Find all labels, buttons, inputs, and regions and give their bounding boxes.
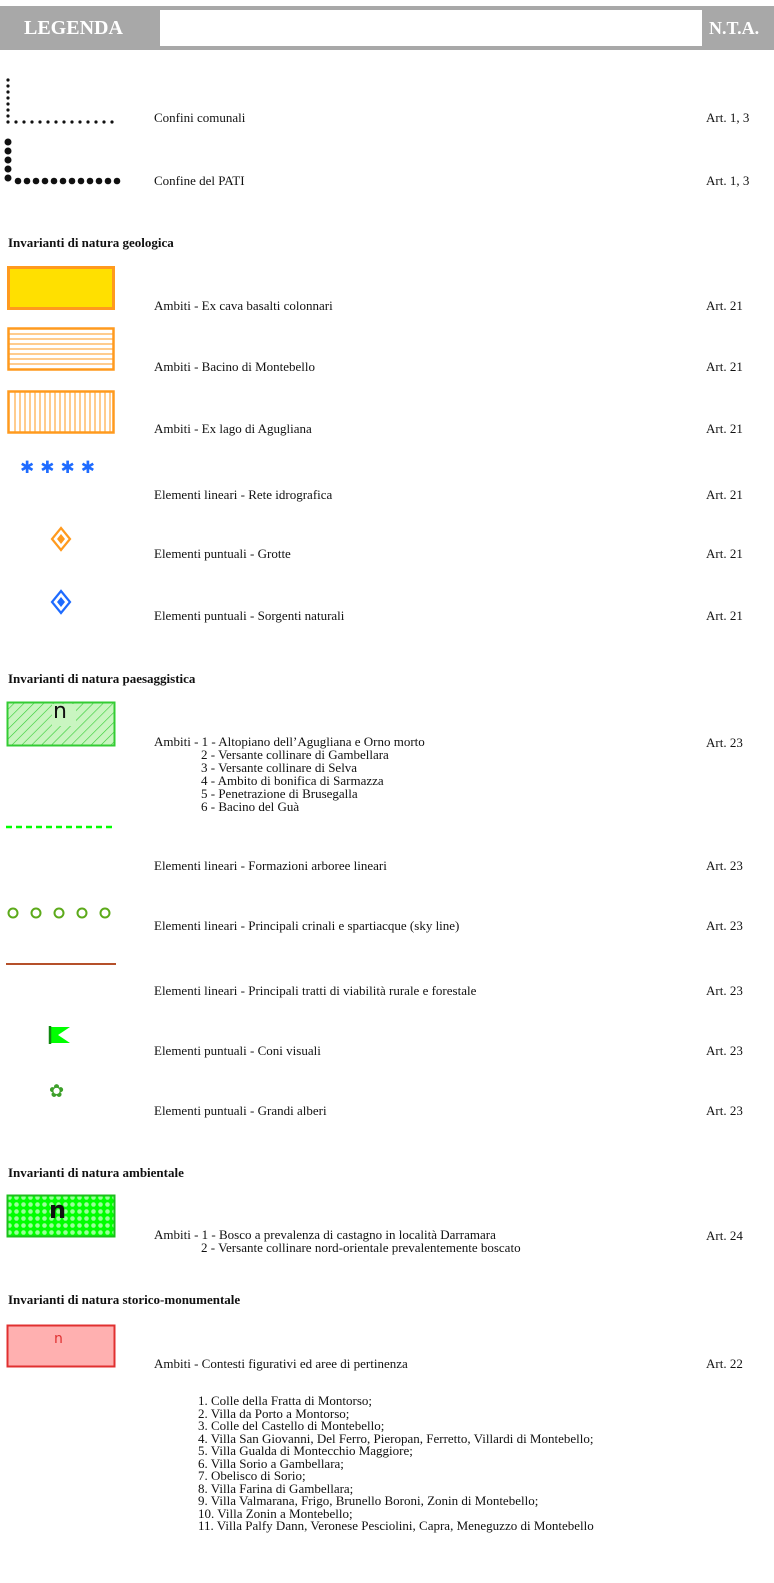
legend-art: Art. 21 — [706, 487, 743, 502]
legend-art: Art. 23 — [706, 858, 743, 873]
list-item: 11. Villa Palfy Dann, Veronese Pesciolin… — [198, 1518, 594, 1533]
legend-header-blank — [160, 10, 702, 46]
villa-list: 1. Colle della Fratta di Montorso; 2. Vi… — [198, 1394, 594, 1533]
legend-label: Elementi puntuali - Grotte — [154, 546, 291, 561]
legend-label: Elementi puntuali - Sorgenti naturali — [154, 608, 345, 623]
section-title-storico: Invarianti di natura storico-monumentale — [8, 1292, 241, 1307]
legend-art: Art. 22 — [706, 1356, 743, 1371]
ambiti-line: 6 - Bacino del Guà — [201, 799, 300, 814]
blue-diamond-icon — [50, 589, 72, 615]
asterisk-line-icon: ✱✱✱✱ — [20, 458, 101, 478]
legend-label: Ambiti - Bacino di Montebello — [154, 359, 316, 374]
dotted-boundary-icon — [6, 78, 114, 124]
legend-label: Elementi lineari - Principali tratti di … — [154, 983, 477, 998]
section-title-geologica: Invarianti di natura geologica — [8, 235, 174, 250]
legend-art: Art. 23 — [706, 735, 743, 750]
section-title-paesaggistica: Invarianti di natura paesaggistica — [8, 671, 196, 686]
legend-label: Elementi lineari - Principali crinali e … — [154, 918, 460, 933]
legend-title: LEGENDA — [24, 17, 123, 39]
legend-art: Art. 24 — [706, 1228, 743, 1243]
legend-art: Art. 21 — [706, 546, 743, 561]
legend-label: Elementi puntuali - Grandi alberi — [154, 1103, 327, 1118]
legend-art: Art. 21 — [706, 421, 743, 436]
section-title-ambientale: Invarianti di natura ambientale — [8, 1165, 184, 1180]
view-cone-icon — [48, 1026, 70, 1044]
legend-art: Art. 23 — [706, 983, 743, 998]
bold-dotted-boundary-icon — [4, 138, 121, 185]
legend-art: Art. 23 — [706, 918, 743, 933]
legend-art: Art. 23 — [706, 1043, 743, 1058]
circle-line-icon — [7, 907, 111, 919]
tree-flower-icon: ✿ — [49, 1081, 65, 1102]
nta-title: N.T.A. — [709, 18, 760, 38]
legend-art: Art. 21 — [706, 298, 743, 313]
legend-art: Art. 21 — [706, 359, 743, 374]
vertical-hatch-area-icon — [7, 390, 115, 434]
legend-art: Art. 1, 3 — [706, 110, 750, 125]
brown-line-icon — [6, 963, 116, 965]
legend-label: Ambiti - Contesti figurativi ed aree di … — [154, 1356, 408, 1371]
legend-label: Ambiti - Ex lago di Agugliana — [154, 421, 312, 436]
area-letter: n — [49, 1196, 67, 1224]
ambiti-line: 2 - Versante collinare nord-orientale pr… — [201, 1240, 521, 1255]
legend-label: Elementi puntuali - Coni visuali — [154, 1043, 321, 1058]
legend-label: Confine del PATI — [154, 173, 245, 188]
horizontal-hatch-area-icon — [7, 327, 115, 371]
green-dashed-line-icon — [6, 825, 116, 829]
area-letter: n — [53, 699, 67, 724]
orange-diamond-icon — [50, 526, 72, 552]
legend-art: Art. 21 — [706, 608, 743, 623]
legend-art: Art. 1, 3 — [706, 173, 750, 188]
legend-label: Ambiti - Ex cava basalti colonnari — [154, 298, 333, 313]
legend-label: Confini comunali — [154, 110, 246, 125]
yellow-area-icon — [7, 266, 115, 310]
legend-label: Elementi lineari - Rete idrografica — [154, 487, 333, 502]
area-letter: n — [54, 1331, 63, 1347]
legend-label: Elementi lineari - Formazioni arboree li… — [154, 858, 387, 873]
legend-art: Art. 23 — [706, 1103, 743, 1118]
